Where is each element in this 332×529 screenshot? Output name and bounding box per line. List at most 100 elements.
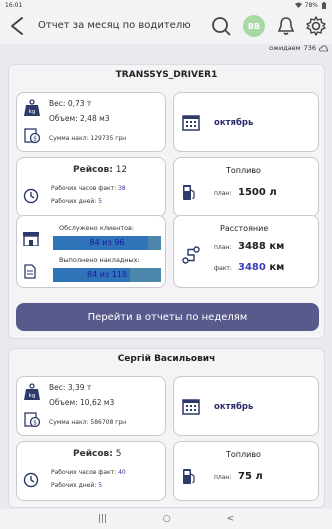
fuel-pump-icon: [183, 469, 195, 484]
battery-text: 78%: [304, 1, 318, 9]
dist-fact-unit: км: [269, 262, 285, 273]
dist-plan-label: план:: [214, 244, 232, 251]
invoices-done: 84: [86, 270, 98, 279]
fuel-plan-value: 75: [238, 471, 252, 482]
wifi-icon: [294, 2, 302, 8]
avatar[interactable]: ВВ: [243, 15, 265, 37]
clients-sep: из: [102, 238, 112, 247]
month-value: октябрь: [214, 118, 254, 128]
clients-label: Обслужено клиентов:: [59, 224, 135, 232]
work-days-row: Рабочих дней: 5: [51, 482, 102, 489]
weight-icon: kg: [24, 99, 40, 116]
work-days-value: 5: [98, 198, 103, 205]
sum-label: Сумма накл:: [49, 135, 89, 142]
month-card[interactable]: октябрь: [173, 92, 319, 152]
dist-plan-unit: км: [269, 241, 285, 252]
home-button[interactable]: ○: [163, 514, 171, 524]
search-icon[interactable]: [210, 15, 232, 37]
fuel-unit: л: [255, 471, 263, 482]
weight-label: Вес:: [49, 383, 66, 392]
fuel-pump-icon: [183, 185, 195, 200]
clients-progress-bar: 84 из 96: [53, 236, 161, 250]
dist-fact-value: 3480: [238, 262, 266, 273]
distance-card: Расстояние план: 3488 км факт: 3480 км: [173, 215, 319, 288]
system-nav-bar: ||| ○ <: [0, 509, 332, 529]
fuel-plan-row: 1500 л: [238, 187, 277, 198]
volume-label: Объем:: [49, 398, 78, 407]
document-icon: [24, 264, 36, 279]
work-hours-value: 40: [118, 469, 126, 476]
work-hours-label: Рабочих часов факт:: [51, 469, 117, 476]
waiting-label: ожидаем: [269, 44, 301, 52]
recent-apps-button[interactable]: |||: [98, 514, 107, 524]
invoices-label: Выполнено накладных:: [59, 256, 140, 264]
app-bar: Отчет за месяц по водителю ВВ: [0, 10, 332, 44]
distance-title: Расстояние: [220, 224, 269, 233]
dist-plan-row: 3488 км: [238, 241, 284, 252]
bell-icon[interactable]: [275, 15, 297, 37]
volume-value: 2,48 м3: [80, 114, 110, 123]
invoices-progress-bar: 84 из 118: [53, 268, 161, 282]
fuel-plan-label: план:: [214, 474, 232, 481]
weight-value: 0,73 т: [67, 99, 92, 108]
weekly-reports-button[interactable]: Перейти в отчеты по неделям: [16, 303, 319, 331]
fuel-unit: л: [269, 187, 277, 198]
fuel-plan-label: план:: [214, 190, 232, 197]
dist-fact-label: факт:: [214, 265, 232, 272]
trips-card: Рейсов: 5 Рабочих часов факт: 40 Рабочих…: [16, 441, 166, 501]
svg-text:kg: kg: [29, 393, 36, 399]
system-back-button[interactable]: <: [227, 514, 235, 524]
volume-value: 10,62 м3: [80, 398, 115, 407]
calendar-icon: [182, 115, 200, 131]
month-value: октябрь: [214, 402, 254, 412]
month-card[interactable]: октябрь: [173, 376, 319, 436]
calendar-icon: [182, 399, 200, 415]
waiting-indicator: ожидаем 736: [269, 44, 328, 52]
volume-row: Объем: 2,48 м3: [49, 114, 110, 123]
status-icons: 78%: [294, 1, 327, 9]
svg-text:$: $: [33, 136, 37, 143]
page-title: Отчет за месяц по водителю: [38, 20, 191, 31]
work-hours-label: Рабочих часов факт:: [51, 185, 117, 192]
clients-progress-text: 84 из 96: [53, 238, 161, 247]
invoice-money-icon: $: [24, 128, 41, 144]
clock-icon: [23, 188, 39, 204]
trips-row: Рейсов: 5: [73, 449, 121, 459]
volume-row: Объем: 10,62 м3: [49, 398, 114, 407]
clock: 16:01: [5, 1, 23, 9]
invoices-sep: из: [99, 270, 110, 279]
work-hours-row: Рабочих часов факт: 40: [51, 469, 126, 476]
sum-value: 586708 грн: [90, 419, 127, 426]
clients-done: 84: [89, 238, 100, 247]
cargo-card: kg $ Вес: 0,73 т Объем: 2,48 м3 Сумма на…: [16, 92, 166, 152]
fuel-card: Топливо план: 75 л: [173, 441, 319, 501]
fuel-plan-row: 75 л: [238, 471, 263, 482]
svg-text:kg: kg: [29, 109, 36, 115]
work-days-value: 5: [98, 482, 103, 489]
weight-icon: kg: [24, 383, 40, 400]
clients-total: 96: [114, 238, 125, 247]
gear-icon[interactable]: [305, 15, 327, 37]
driver-name: Сергій Васильович: [117, 354, 216, 364]
cloud-sync-icon: [319, 45, 328, 51]
trips-value: 12: [115, 165, 128, 175]
invoices-total: 118: [111, 270, 127, 279]
cargo-card: kg $ Вес: 3,39 т Объем: 10,62 м3 Сумма н…: [16, 376, 166, 436]
store-icon: [23, 232, 39, 246]
sum-row: Сумма накл: 586708 грн: [49, 419, 126, 426]
trips-card: Рейсов: 12 Рабочих часов факт: 38 Рабочи…: [16, 157, 166, 217]
clients-card: Обслужено клиентов: 84 из 96 Выполнено н…: [16, 215, 166, 288]
fuel-card: Топливо план: 1500 л: [173, 157, 319, 217]
driver-section: TRANSSYS_DRIVER1 kg $ Вес: 0,73 т Объем:…: [8, 64, 325, 339]
route-icon: [182, 246, 200, 264]
work-days-row: Рабочих дней: 5: [51, 198, 102, 205]
trips-label: Рейсов:: [73, 165, 113, 175]
invoices-progress-text: 84 из 118: [53, 270, 161, 279]
trips-value: 5: [115, 449, 122, 459]
sum-label: Сумма накл:: [49, 419, 89, 426]
waiting-count: 736: [303, 44, 316, 52]
weight-value: 3,39 т: [67, 383, 92, 392]
volume-label: Объем:: [49, 114, 78, 123]
back-icon[interactable]: [8, 16, 28, 36]
invoice-money-icon: $: [24, 412, 41, 428]
